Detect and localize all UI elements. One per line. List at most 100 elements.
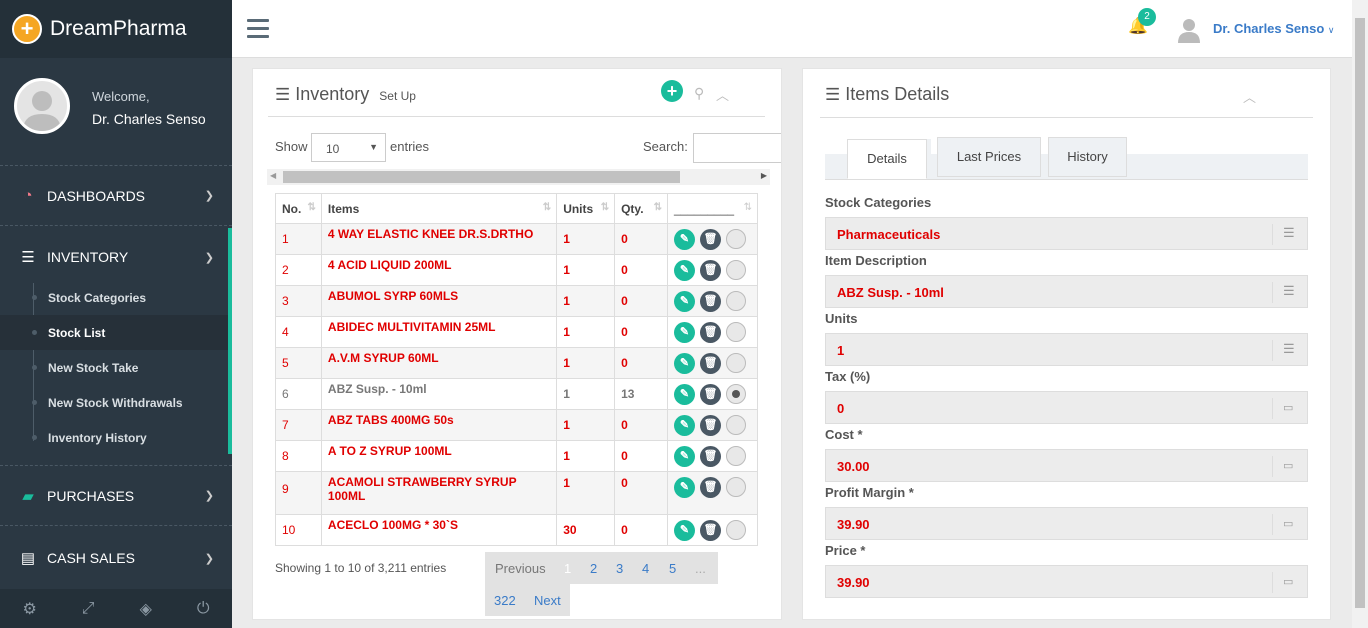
brand[interactable]: + DreamPharma xyxy=(0,0,232,58)
field-input[interactable]: 30.00 ▭ xyxy=(825,449,1308,482)
edit-icon[interactable]: ✎ xyxy=(674,322,695,343)
table-row[interactable]: 5 A.V.M SYRUP 60ML 1 0 ✎ 🗑 xyxy=(275,347,758,379)
nav-inventory[interactable]: ☰ INVENTORY ❯ xyxy=(0,227,232,287)
table-row[interactable]: 8A TO Z SYRUP 100ML 1 0 ✎ 🗑 xyxy=(275,440,758,472)
gear-icon[interactable]: ⚙ xyxy=(22,599,36,619)
field-input[interactable]: 1 ☰ xyxy=(825,333,1308,366)
field-input[interactable]: Pharmaceuticals ☰ xyxy=(825,217,1308,250)
trash-icon[interactable]: 🗑 xyxy=(700,520,721,541)
select-radio[interactable] xyxy=(726,260,746,280)
add-item-button[interactable]: + xyxy=(661,80,683,102)
field-input[interactable]: 39.90 ▭ xyxy=(825,565,1308,598)
edit-icon[interactable]: ✎ xyxy=(674,291,695,312)
trash-icon[interactable]: 🗑 xyxy=(700,260,721,281)
page-last[interactable]: 322 xyxy=(494,593,516,608)
field-input[interactable]: ABZ Susp. - 10ml ☰ xyxy=(825,275,1308,308)
col-actions[interactable]: _________ ⇅ xyxy=(667,193,758,224)
search-input[interactable] xyxy=(693,133,781,163)
tab-history[interactable]: History xyxy=(1048,137,1127,177)
nav-cash-sales-label: CASH SALES xyxy=(47,550,135,566)
select-radio[interactable] xyxy=(726,322,746,342)
chevron-up-icon[interactable]: ︿ xyxy=(1243,87,1256,106)
edit-icon[interactable]: ✎ xyxy=(674,477,695,498)
page-3[interactable]: 3 xyxy=(616,561,623,576)
table-row[interactable]: 24 ACID LIQUID 200ML 1 0 ✎ 🗑 xyxy=(275,254,758,286)
table-row[interactable]: 7 ABZ TABS 400MG 50s 1 0 ✎ 🗑 xyxy=(275,409,758,441)
select-radio[interactable] xyxy=(726,353,746,373)
edit-icon[interactable]: ✎ xyxy=(674,446,695,467)
select-radio[interactable] xyxy=(726,384,746,404)
sort-icon: ⇅ xyxy=(542,202,552,213)
menu-toggle-icon[interactable] xyxy=(247,19,269,38)
sidebar-item-inventory-history[interactable]: Inventory History xyxy=(0,420,228,455)
power-icon[interactable]: ⏻ xyxy=(197,600,210,618)
setup-link[interactable]: Set Up xyxy=(379,89,416,103)
select-radio[interactable] xyxy=(726,446,746,466)
table-row[interactable]: 3 ABUMOL SYRP 60MLS 1 0 ✎ 🗑 xyxy=(275,285,758,317)
fullscreen-icon[interactable]: ⤢ xyxy=(82,600,95,618)
trash-icon[interactable]: 🗑 xyxy=(700,353,721,374)
page-5[interactable]: 5 xyxy=(669,561,676,576)
page-4[interactable]: 4 xyxy=(642,561,649,576)
sidebar-item-new-stock-take[interactable]: New Stock Take xyxy=(0,350,228,385)
select-radio[interactable] xyxy=(726,520,746,540)
pagination-next[interactable]: Next xyxy=(534,593,561,608)
nav-dashboards[interactable]: ◔ DASHBOARDS ❯ xyxy=(0,166,232,226)
select-radio[interactable] xyxy=(726,477,746,497)
trash-icon[interactable]: 🗑 xyxy=(700,384,721,405)
field-input[interactable]: 0 ▭ xyxy=(825,391,1308,424)
sidebar-item-new-stock-withdrawals[interactable]: New Stock Withdrawals xyxy=(0,385,228,420)
page-size-select[interactable]: 10 ▼ xyxy=(311,133,386,162)
horizontal-scrollbar[interactable]: ◀ ▶ xyxy=(267,169,770,185)
trash-icon[interactable]: 🗑 xyxy=(700,322,721,343)
edit-icon[interactable]: ✎ xyxy=(674,520,695,541)
table-row[interactable]: 6 ABZ Susp. - 10ml 1 13 ✎ 🗑 xyxy=(275,378,758,410)
edit-icon[interactable]: ✎ xyxy=(674,353,695,374)
sidebar-item-stock-categories[interactable]: Stock Categories xyxy=(0,280,228,315)
page-2[interactable]: 2 xyxy=(590,561,597,576)
field-input[interactable]: 39.90 ▭ xyxy=(825,507,1308,540)
pagination-previous[interactable]: Previous xyxy=(495,561,546,576)
select-radio[interactable] xyxy=(726,291,746,311)
menu-icon[interactable]: ☰ xyxy=(1283,283,1295,299)
tab-details[interactable]: Details xyxy=(847,139,927,179)
table-row[interactable]: 10 ACECLO 100MG * 30`S 30 0 ✎ 🗑 xyxy=(275,514,758,546)
cell-units: 1 xyxy=(556,471,616,515)
nav-cash-sales[interactable]: ▤ CASH SALES ❯ xyxy=(0,528,232,588)
nav-purchases[interactable]: ▰ PURCHASES ❯ xyxy=(0,466,232,526)
edit-icon[interactable]: ✎ xyxy=(674,384,695,405)
trash-icon[interactable]: 🗑 xyxy=(700,291,721,312)
edit-icon[interactable]: ✎ xyxy=(674,229,695,250)
col-items[interactable]: Items ⇅ xyxy=(320,193,558,224)
eye-slash-icon[interactable]: ◈ xyxy=(140,599,152,619)
table-row[interactable]: 9 ACAMOLI STRAWBERRY SYRUP 100ML 1 0 ✎ 🗑 xyxy=(275,471,758,515)
search-icon[interactable]: ⚲ xyxy=(694,85,704,102)
trash-icon[interactable]: 🗑 xyxy=(700,477,721,498)
col-qty[interactable]: Qty. ⇅ xyxy=(614,193,668,224)
tab-last-prices[interactable]: Last Prices xyxy=(937,137,1041,177)
user-menu[interactable]: Dr. Charles Senso ∨ xyxy=(1213,21,1335,36)
scroll-left-icon[interactable]: ◀ xyxy=(270,171,276,180)
table-row[interactable]: 4 ABIDEC MULTIVITAMIN 25ML 1 0 ✎ 🗑 xyxy=(275,316,758,348)
sidebar-item-stock-list[interactable]: Stock List xyxy=(0,315,228,350)
scroll-thumb[interactable] xyxy=(283,171,680,183)
chevron-up-icon[interactable]: ︿ xyxy=(716,85,729,104)
menu-icon[interactable]: ☰ xyxy=(1283,341,1295,357)
col-no[interactable]: No. ⇅ xyxy=(275,193,322,224)
trash-icon[interactable]: 🗑 xyxy=(700,415,721,436)
edit-icon[interactable]: ✎ xyxy=(674,260,695,281)
table-row[interactable]: 14 WAY ELASTIC KNEE DR.S.DRTHO 1 0 ✎ 🗑 xyxy=(275,223,758,255)
edit-icon[interactable]: ✎ xyxy=(674,415,695,436)
user-avatar-icon[interactable] xyxy=(1178,17,1200,43)
page-1[interactable]: 1 xyxy=(564,561,571,576)
select-radio[interactable] xyxy=(726,229,746,249)
col-units[interactable]: Units ⇅ xyxy=(556,193,616,224)
menu-icon[interactable]: ☰ xyxy=(1283,225,1295,241)
trash-icon[interactable]: 🗑 xyxy=(700,446,721,467)
trash-icon[interactable]: 🗑 xyxy=(700,229,721,250)
select-radio[interactable] xyxy=(726,415,746,435)
avatar[interactable] xyxy=(14,78,70,134)
scroll-right-icon[interactable]: ▶ xyxy=(761,171,767,180)
top-header: 🔔 2 Dr. Charles Senso ∨ xyxy=(232,0,1368,58)
page-scroll-thumb[interactable] xyxy=(1355,18,1365,608)
